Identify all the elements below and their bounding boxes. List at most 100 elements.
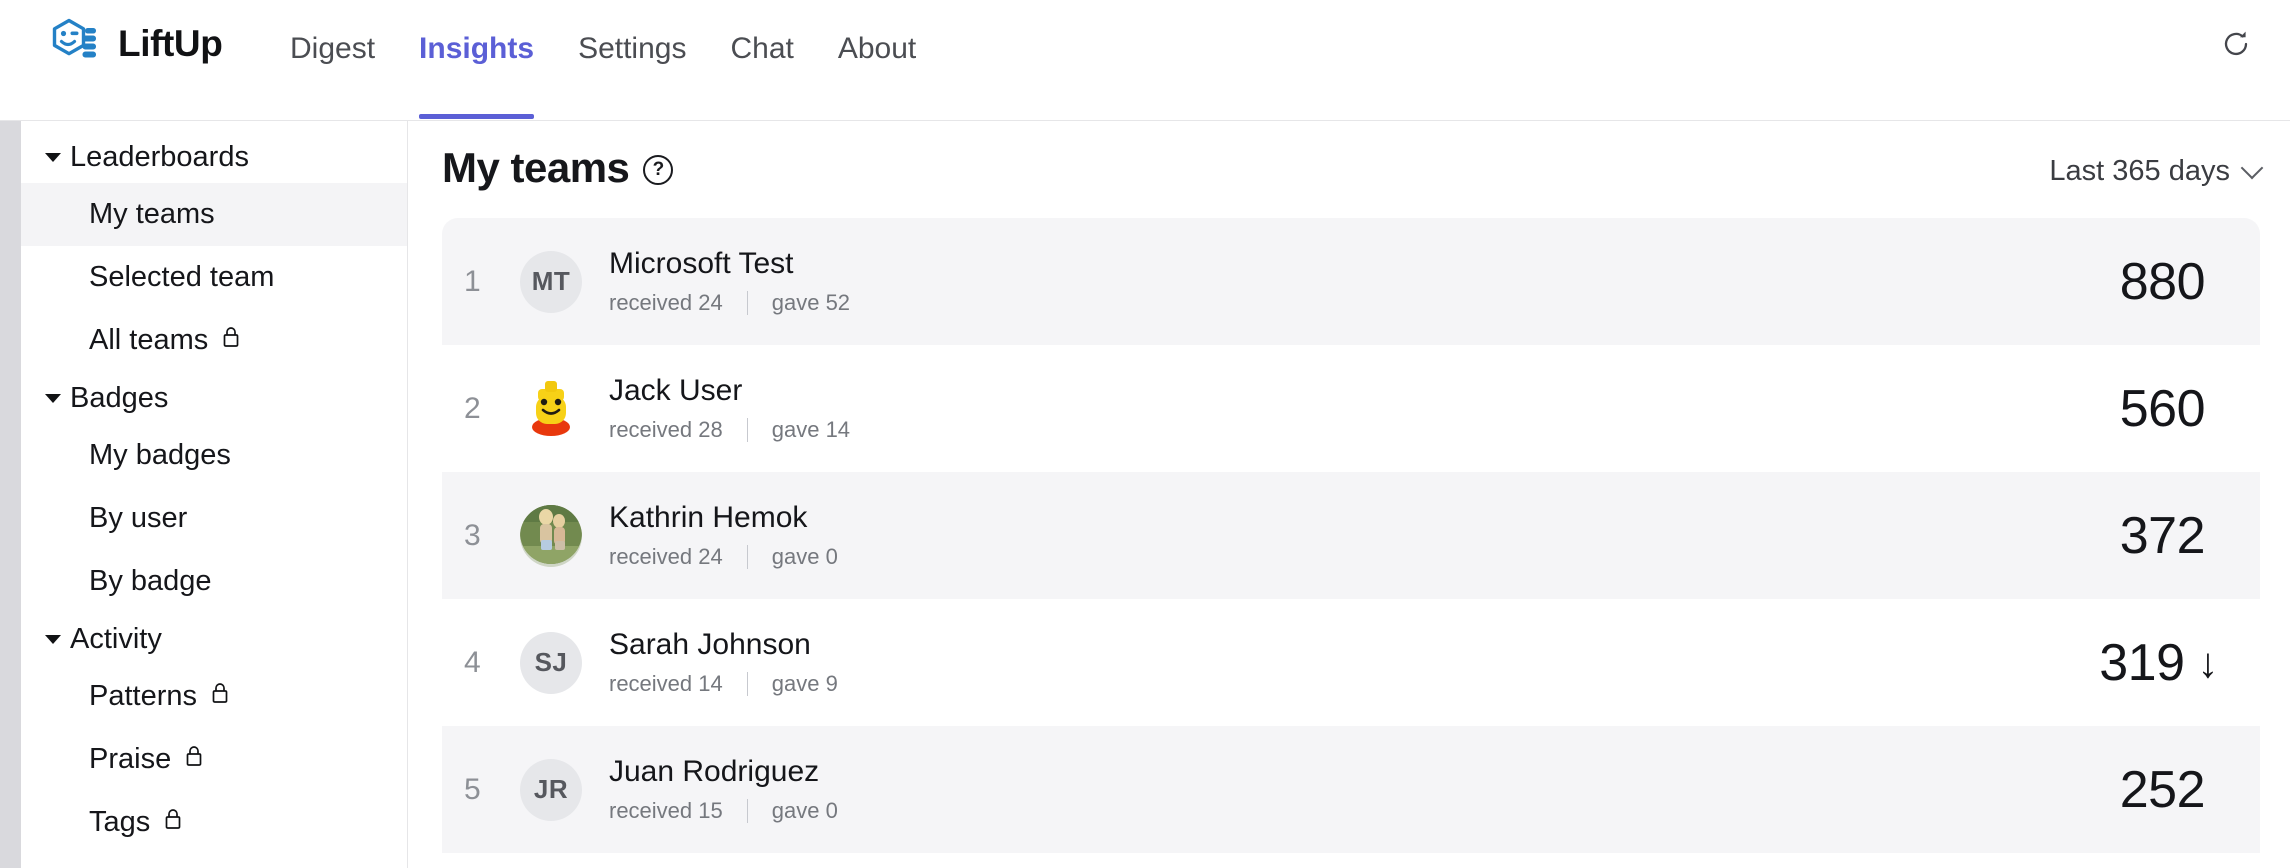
sidebar-group-label: Badges [70, 381, 169, 414]
table-row[interactable]: 4 SJ Sarah Johnson received 14 gave 9 31… [442, 599, 2260, 726]
date-range-label: Last 365 days [2049, 155, 2230, 187]
avatar: JR [520, 758, 582, 821]
date-range-dropdown[interactable]: Last 365 days [2049, 155, 2264, 188]
person-name: Microsoft Test [609, 247, 794, 281]
score-value: 880 [2119, 252, 2206, 311]
stat-divider [746, 671, 748, 696]
person-name: Jack User [609, 374, 743, 408]
sidebar-item-label: My badges [89, 439, 231, 471]
rank-number: 3 [464, 518, 481, 552]
sidebar-group-badges[interactable]: Badges [21, 372, 407, 424]
avatar [520, 504, 582, 567]
main-content: My teams ? Last 365 days 1 MT Microsoft … [409, 121, 2290, 868]
score-value: 252 [2119, 760, 2206, 819]
sidebar-item-praise[interactable]: Praise [21, 728, 407, 791]
avatar-initials: JR [533, 774, 569, 804]
avatar-initials: MT [531, 266, 571, 296]
stat-divider [746, 290, 748, 315]
nav-item-digest[interactable]: Digest [268, 22, 397, 67]
chevron-down-icon [2240, 156, 2264, 180]
lock-icon [163, 806, 183, 839]
lego-minifigure-avatar-icon [520, 375, 582, 442]
received-count: received 24 [609, 543, 723, 569]
sidebar-item-my-badges[interactable]: My badges [21, 424, 407, 487]
person-info: Juan Rodriguez received 15 gave 0 [609, 755, 1978, 824]
sidebar: Leaderboards My teams Selected team All … [21, 121, 408, 868]
photo-avatar-icon [520, 504, 582, 567]
sidebar-item-selected-team[interactable]: Selected team [21, 246, 407, 309]
lock-icon [184, 743, 204, 776]
main-nav: Digest Insights Settings Chat About [268, 22, 938, 121]
person-stats: received 28 gave 14 [609, 417, 1978, 443]
sidebar-group-activity[interactable]: Activity [21, 613, 407, 665]
gave-count: gave 14 [771, 416, 851, 442]
gave-count: gave 0 [771, 543, 838, 569]
brand-name: LiftUp [118, 22, 223, 64]
sidebar-group-label: Activity [70, 622, 162, 655]
score-cell: 560 [1978, 379, 2218, 439]
page-title: My teams ? [442, 144, 674, 191]
person-stats: received 24 gave 52 [609, 290, 1978, 316]
rank-number: 2 [464, 391, 481, 425]
lock-icon [221, 324, 241, 357]
score-cell: 372 [1978, 506, 2218, 566]
nav-item-about[interactable]: About [816, 22, 938, 67]
help-icon[interactable]: ? [643, 154, 674, 185]
sidebar-group-label: Leaderboards [70, 140, 249, 173]
sidebar-item-by-badge[interactable]: By badge [21, 550, 407, 613]
leaderboard-list: 1 MT Microsoft Test received 24 gave 52 … [442, 218, 2260, 853]
lock-icon [210, 680, 230, 713]
chevron-down-icon [45, 152, 61, 162]
person-stats: received 15 gave 0 [609, 798, 1978, 824]
main-header: My teams ? Last 365 days [409, 121, 2290, 218]
sidebar-item-label: My teams [89, 198, 215, 230]
table-row[interactable]: 3 Kathrin Hemok received 24 gave 0 372 [442, 472, 2260, 599]
sidebar-item-label: Patterns [89, 680, 197, 712]
sidebar-group-leaderboards[interactable]: Leaderboards [21, 131, 407, 183]
received-count: received 24 [609, 289, 723, 315]
sidebar-item-patterns[interactable]: Patterns [21, 665, 407, 728]
trend-down-icon: ↓ [2197, 638, 2219, 686]
page-scrollbar-thumb[interactable] [3, 121, 18, 868]
person-info: Jack User received 28 gave 14 [609, 374, 1978, 443]
refresh-button[interactable] [2212, 22, 2260, 70]
sidebar-item-label: Selected team [89, 261, 275, 293]
score-cell: 252 [1978, 760, 2218, 820]
nav-item-insights[interactable]: Insights [397, 22, 556, 119]
chevron-down-icon [45, 393, 61, 403]
page-title-text: My teams [442, 144, 630, 191]
person-name: Kathrin Hemok [609, 501, 808, 535]
stat-divider [746, 798, 748, 823]
brand-logo-area[interactable]: LiftUp [48, 16, 223, 70]
sidebar-item-by-user[interactable]: By user [21, 487, 407, 550]
score-cell: 319 ↓ [1978, 633, 2218, 693]
received-count: received 15 [609, 797, 723, 823]
received-count: received 28 [609, 416, 723, 442]
gave-count: gave 0 [771, 797, 838, 823]
nav-item-chat[interactable]: Chat [708, 22, 815, 67]
avatar [520, 378, 582, 440]
table-row[interactable]: 1 MT Microsoft Test received 24 gave 52 … [442, 218, 2260, 345]
sidebar-item-my-teams[interactable]: My teams [21, 183, 407, 246]
sidebar-item-label: By user [89, 502, 188, 534]
gave-count: gave 9 [771, 670, 838, 696]
stat-divider [746, 417, 748, 442]
sidebar-item-label: By badge [89, 565, 212, 597]
table-row[interactable]: 5 JR Juan Rodriguez received 15 gave 0 2… [442, 726, 2260, 853]
avatar-initials: SJ [534, 647, 568, 677]
table-row[interactable]: 2 Jack User received 28 gave 14 560 [442, 345, 2260, 472]
avatar: MT [520, 250, 582, 313]
received-count: received 14 [609, 670, 723, 696]
score-cell: 880 [1978, 252, 2218, 312]
rank-number: 5 [464, 772, 481, 806]
score-value: 560 [2119, 379, 2206, 438]
avatar: SJ [520, 631, 582, 694]
sidebar-item-tags[interactable]: Tags [21, 791, 407, 854]
sidebar-item-all-teams[interactable]: All teams [21, 309, 407, 372]
liftup-hexagon-smiley-thumbsup-icon [48, 16, 102, 70]
page-scrollbar[interactable] [0, 121, 21, 868]
top-navigation-bar: LiftUp Digest Insights Settings Chat Abo… [0, 0, 2290, 121]
sidebar-item-label: Praise [89, 743, 172, 775]
nav-item-settings[interactable]: Settings [556, 22, 708, 67]
sidebar-item-label: Tags [89, 806, 151, 838]
